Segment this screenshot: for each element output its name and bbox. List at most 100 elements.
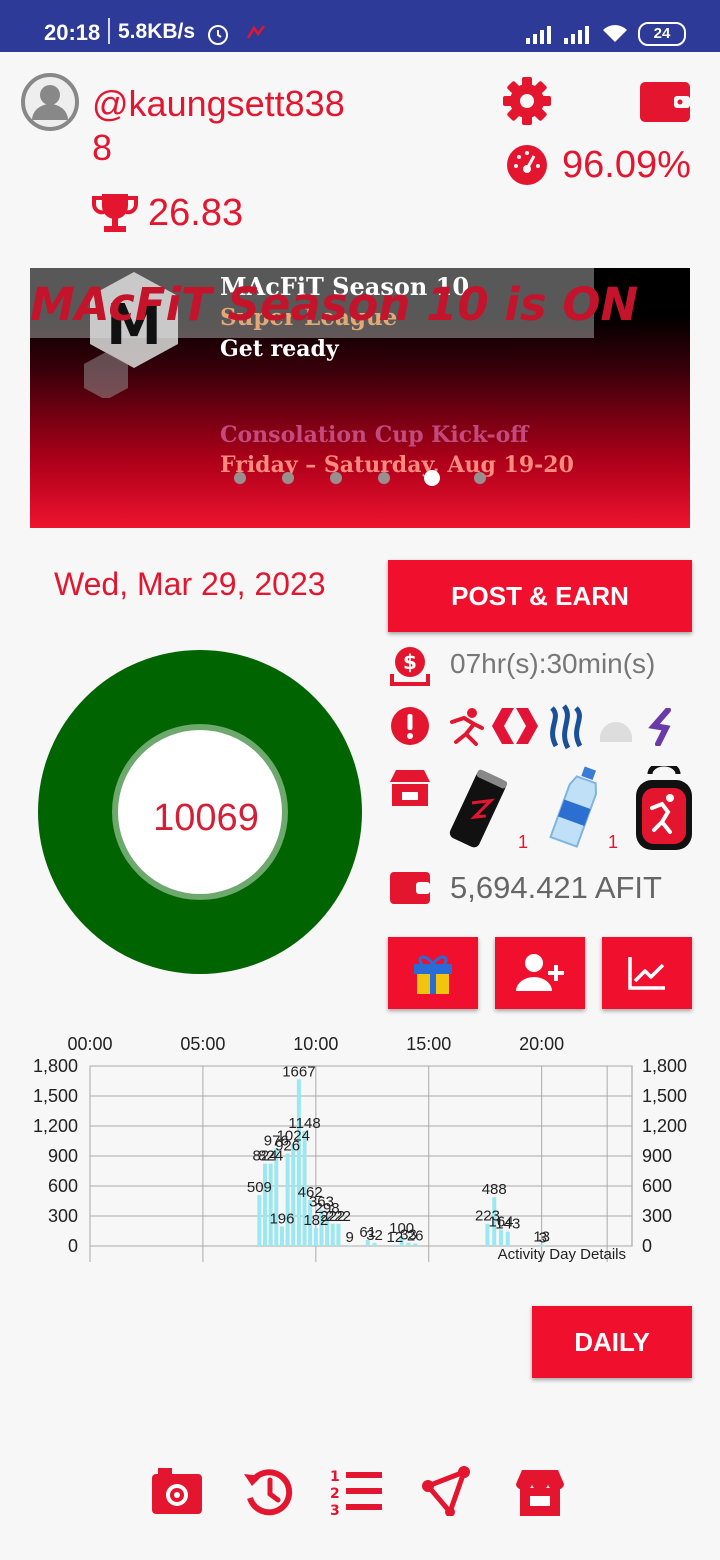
banner-overlay-text: MAcFiT Season 10 is ON bbox=[30, 278, 639, 331]
page-dot[interactable] bbox=[330, 472, 342, 484]
banner-line-3: Get ready bbox=[220, 336, 339, 362]
activity-bar bbox=[263, 1163, 268, 1246]
activity-bar bbox=[313, 1227, 318, 1246]
bar-value-label: 32 bbox=[366, 1227, 383, 1244]
y-tick-label-right: 900 bbox=[642, 1146, 672, 1166]
x-tick-label: 00:00 bbox=[67, 1034, 112, 1054]
alert-icon[interactable] bbox=[390, 706, 430, 746]
banner-line-4: Consolation Cup Kick-off bbox=[220, 422, 529, 448]
camera-icon[interactable] bbox=[150, 1466, 204, 1516]
efficiency-percent: 96.09% bbox=[562, 144, 691, 186]
y-tick-label-left: 1,800 bbox=[33, 1056, 78, 1076]
battery-icon: 24 bbox=[638, 22, 686, 46]
blurt-icon[interactable] bbox=[596, 708, 636, 744]
activity-bar bbox=[336, 1223, 341, 1246]
activity-bar bbox=[279, 1226, 284, 1246]
activity-bar bbox=[268, 1163, 273, 1246]
energy-drink-count: 1 bbox=[518, 832, 529, 852]
add-user-icon bbox=[516, 954, 564, 991]
chart-legend: Activity Day Details bbox=[498, 1246, 626, 1263]
bar-value-label: 222 bbox=[326, 1208, 351, 1225]
app-notification-icon bbox=[246, 25, 265, 39]
gift-icon bbox=[414, 955, 452, 994]
afit-balance: 5,694.421 AFIT bbox=[450, 870, 662, 905]
x-tick-label: 15:00 bbox=[406, 1034, 451, 1054]
activity-chart[interactable]: 1,800 1,8001,500 1,5001,200 1,200900 900600 6… bbox=[26, 1030, 706, 1270]
bar-value-label: 26 bbox=[407, 1227, 424, 1244]
y-tick-label-left: 0 bbox=[68, 1236, 78, 1256]
energy-drink-item[interactable] bbox=[448, 766, 508, 852]
bar-value-label: 196 bbox=[269, 1210, 294, 1227]
y-tick-label-right: 1,200 bbox=[642, 1116, 687, 1136]
settings-gear-icon[interactable] bbox=[502, 76, 552, 126]
bar-value-label: 488 bbox=[482, 1181, 507, 1198]
x-tick-label: 05:00 bbox=[180, 1034, 225, 1054]
avatar[interactable] bbox=[20, 72, 80, 132]
y-tick-label-left: 900 bbox=[48, 1146, 78, 1166]
trophy-icon bbox=[92, 194, 138, 232]
bar-value-label: 143 bbox=[495, 1216, 520, 1233]
y-tick-label-right: 300 bbox=[642, 1206, 672, 1226]
leaderboard-list-icon[interactable]: 123 bbox=[330, 1466, 384, 1516]
activity-bar bbox=[330, 1223, 335, 1246]
page-dot[interactable] bbox=[474, 472, 486, 484]
y-tick-label-left: 600 bbox=[48, 1176, 78, 1196]
page-dot[interactable] bbox=[378, 472, 390, 484]
svg-text:$: $ bbox=[403, 650, 417, 674]
svg-text:3: 3 bbox=[330, 1503, 340, 1516]
bar-value-label: 9 bbox=[346, 1229, 354, 1246]
step-count: 10069 bbox=[153, 796, 259, 839]
wifi-icon bbox=[603, 25, 627, 42]
daily-button[interactable]: DAILY bbox=[532, 1306, 692, 1378]
status-time: 20:18 bbox=[44, 20, 101, 45]
share-icon[interactable] bbox=[420, 1466, 470, 1516]
bar-value-label: 1148 bbox=[288, 1115, 320, 1132]
water-bottle-item[interactable] bbox=[546, 764, 606, 852]
history-icon[interactable] bbox=[242, 1466, 294, 1518]
earn-timer-icon: $ bbox=[390, 647, 430, 686]
status-separator bbox=[108, 18, 110, 44]
speedometer-icon bbox=[507, 145, 547, 185]
bar-value-label: 1667 bbox=[282, 1063, 315, 1080]
hive-icon[interactable] bbox=[492, 704, 538, 748]
svg-text:2: 2 bbox=[330, 1486, 340, 1502]
y-tick-label-right: 0 bbox=[642, 1236, 652, 1256]
y-tick-label-right: 1,800 bbox=[642, 1056, 687, 1076]
bar-value-label: 3 bbox=[539, 1230, 547, 1247]
y-tick-label-left: 300 bbox=[48, 1206, 78, 1226]
trending-chart-icon bbox=[628, 957, 665, 990]
shop-icon[interactable] bbox=[388, 768, 432, 808]
page-dot[interactable] bbox=[282, 472, 294, 484]
market-store-icon[interactable] bbox=[512, 1466, 568, 1518]
y-tick-label-right: 1,500 bbox=[642, 1086, 687, 1106]
y-tick-label-left: 1,500 bbox=[33, 1086, 78, 1106]
activity-bar bbox=[291, 1143, 296, 1246]
post-cooldown-timer: 07hr(s):30min(s) bbox=[450, 648, 656, 679]
add-friend-button[interactable] bbox=[495, 937, 585, 1009]
y-tick-label-left: 1,200 bbox=[33, 1116, 78, 1136]
username-line-2: 8 bbox=[92, 127, 113, 168]
current-date: Wed, Mar 29, 2023 bbox=[54, 566, 326, 602]
status-network-speed: 5.8KB/s bbox=[118, 20, 196, 43]
svg-text:1: 1 bbox=[330, 1469, 340, 1485]
stats-button[interactable] bbox=[602, 937, 692, 1009]
chart-labels: 1,800 1,8001,500 1,5001,200 1,200900 900600 6… bbox=[33, 1034, 687, 1256]
username-line-1: @kaungsett838 bbox=[92, 83, 345, 124]
post-and-earn-button[interactable]: POST & EARN bbox=[388, 560, 692, 632]
y-tick-label-right: 600 bbox=[642, 1176, 672, 1196]
banner-line-5: Friday – Saturday, Aug 19-20 bbox=[220, 452, 574, 478]
signal-icon-2 bbox=[564, 26, 589, 44]
page-dot[interactable] bbox=[234, 472, 246, 484]
activity-bar bbox=[296, 1079, 301, 1246]
step-progress-ring: 10069 bbox=[38, 650, 362, 974]
page-dot-active[interactable] bbox=[424, 470, 440, 486]
water-bottle-count: 1 bbox=[608, 832, 619, 852]
steem-icon[interactable] bbox=[544, 704, 588, 750]
gift-button[interactable] bbox=[388, 937, 478, 1009]
sports-token-icon[interactable] bbox=[648, 708, 680, 746]
wallet-icon[interactable] bbox=[638, 76, 692, 124]
backpack-item[interactable] bbox=[632, 766, 696, 852]
wallet-balance-icon bbox=[390, 872, 430, 904]
actifit-runner-icon[interactable] bbox=[444, 706, 486, 746]
promo-banner[interactable]: M MAcFiT Season 10 Super League MAcFiT S… bbox=[30, 268, 690, 528]
